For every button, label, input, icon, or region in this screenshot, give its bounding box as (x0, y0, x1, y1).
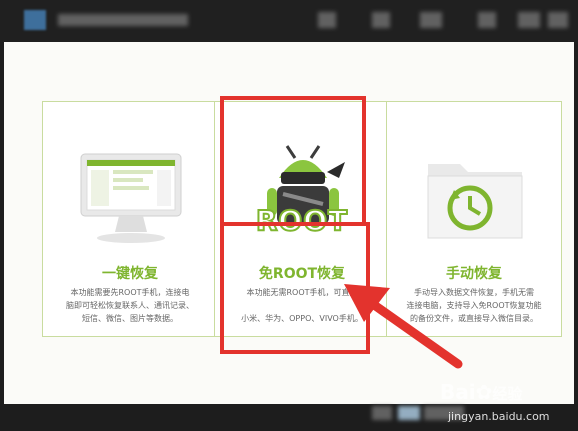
folder-clock-icon (427, 164, 523, 239)
paw-icon: ✿ (475, 380, 493, 404)
desc-line: 本功能需要先ROOT手机，连接电 (70, 288, 190, 297)
obscured-button-6[interactable] (548, 12, 568, 28)
app-logo-icon (24, 10, 46, 30)
obscured-button-2[interactable] (372, 12, 390, 28)
obscured-button-4[interactable] (478, 12, 496, 28)
desc-line: 短信、微信、图片等数据。 (82, 314, 178, 323)
obscured-button-3[interactable] (420, 12, 442, 28)
watermark-brand-text: Bai (440, 380, 476, 404)
card-description: 本功能需要先ROOT手机，连接电 脑即可轻松恢复联系人、通讯记录、 短信、微信、… (51, 286, 209, 325)
card-one-click-recovery[interactable]: 一键恢复 本功能需要先ROOT手机，连接电 脑即可轻松恢复联系人、通讯记录、 短… (42, 101, 218, 337)
computer-monitor-icon (80, 153, 182, 243)
card-title: 一键恢复 (102, 266, 158, 282)
obscured-button-1[interactable] (318, 12, 336, 28)
obscured-button-5[interactable] (518, 12, 540, 28)
desc-line: 脑即可轻松恢复联系人、通讯记录、 (66, 301, 194, 310)
annotation-arrow-icon (344, 284, 463, 369)
window-title-obscured (58, 14, 188, 26)
watermark-url: jingyan.baidu.com (448, 410, 550, 423)
watermark-brand-text-2: 经验 (492, 385, 523, 403)
obscured-footer-item-2 (398, 406, 420, 420)
obscured-footer-item-1 (372, 406, 392, 420)
watermark-brand: Bai✿经验 (440, 380, 522, 404)
window-titlebar (0, 0, 578, 42)
highlight-box-top (220, 96, 366, 226)
